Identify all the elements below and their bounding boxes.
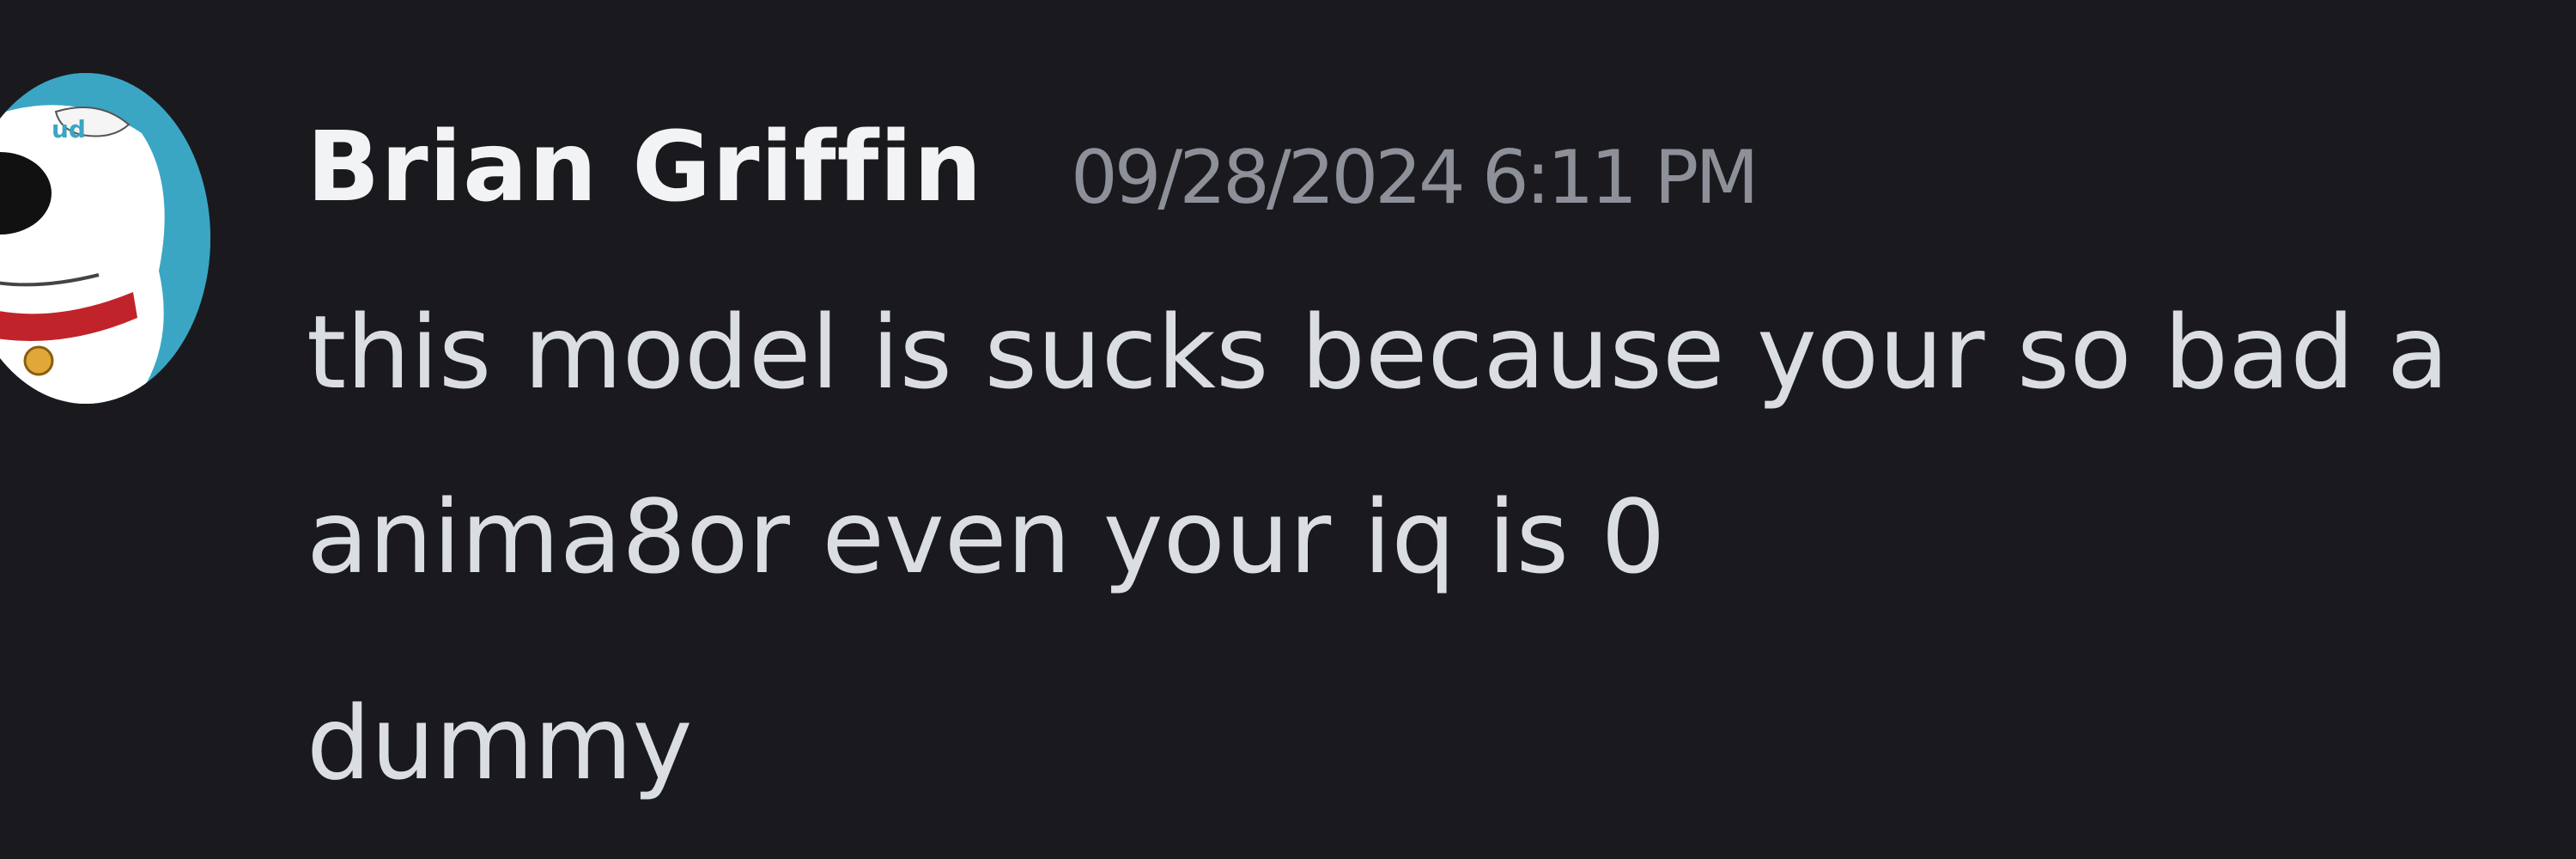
message-content: Brian Griffin 09/28/2024 6:11 PM this mo… — [307, 0, 2576, 859]
message-text-line: this model is sucks because your so bad … — [307, 293, 2449, 411]
svg-text:ud: ud — [52, 115, 86, 143]
message-timestamp: 09/28/2024 6:11 PM — [1071, 135, 1759, 221]
author-name[interactable]: Brian Griffin — [307, 112, 982, 223]
message-text-line: dummy — [307, 684, 693, 802]
message-text-line: anima8or even your iq is 0 — [307, 478, 1666, 596]
user-avatar[interactable]: ud — [0, 73, 210, 404]
chat-message: ud Brian Griffin 09/28/2024 6:11 PM this… — [0, 0, 2576, 859]
dog-avatar-icon: ud — [0, 73, 210, 404]
